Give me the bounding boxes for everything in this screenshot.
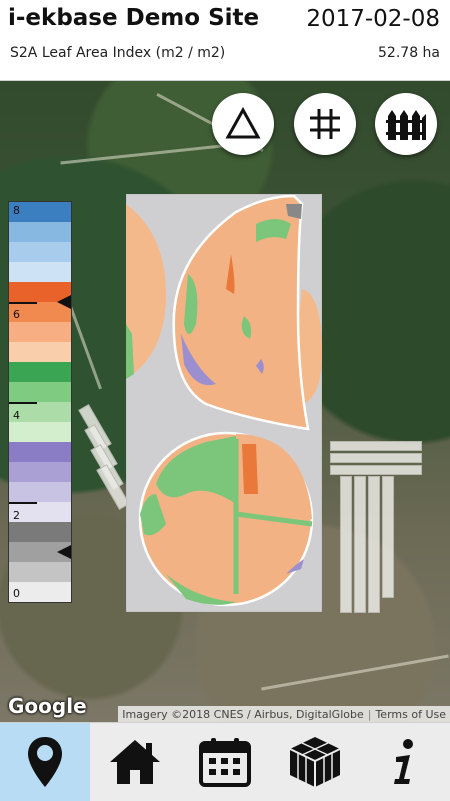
draw-polygon-button[interactable] xyxy=(212,93,274,155)
map-building xyxy=(354,476,366,613)
site-title: i-ekbase Demo Site xyxy=(8,5,260,31)
lai-overlay xyxy=(126,194,322,612)
tab-map[interactable] xyxy=(0,723,90,801)
legend-swatch xyxy=(9,522,71,542)
grid-icon xyxy=(310,109,340,139)
legend-label-2: 2 xyxy=(13,509,20,522)
legend-label-6: 6 xyxy=(13,308,20,321)
box-icon xyxy=(289,737,341,787)
legend-tick xyxy=(9,302,37,304)
layer-name: S2A Leaf Area Index (m2 / m2) xyxy=(10,45,226,61)
legend-swatch xyxy=(9,242,71,262)
fence-icon xyxy=(386,110,426,140)
legend-label-4: 4 xyxy=(13,409,20,422)
legend-swatch xyxy=(9,562,71,582)
legend-tick xyxy=(9,402,37,404)
map-pin-icon xyxy=(28,737,62,787)
map-attribution: Imagery ©2018 CNES / Airbus, DigitalGlob… xyxy=(118,706,450,722)
imagery-credit: Imagery ©2018 CNES / Airbus, DigitalGlob… xyxy=(122,707,364,721)
legend-swatch xyxy=(9,362,71,382)
legend-label-8: 8 xyxy=(13,204,20,217)
legend-swatch xyxy=(9,422,71,442)
attribution-separator: | xyxy=(367,707,372,721)
legend-swatch xyxy=(9,462,71,482)
legend-marker-lower xyxy=(57,545,71,559)
map-road xyxy=(261,654,449,691)
bottom-tab-bar xyxy=(0,722,450,801)
map-building xyxy=(340,476,352,613)
terms-link[interactable]: Terms of Use xyxy=(375,708,446,721)
home-icon xyxy=(110,740,160,784)
map-building xyxy=(330,465,422,475)
map-building xyxy=(382,476,394,598)
map-building xyxy=(368,476,380,613)
legend-swatch xyxy=(9,442,71,462)
legend-label-0: 0 xyxy=(13,587,20,600)
legend-swatch xyxy=(9,222,71,242)
tab-calendar[interactable] xyxy=(180,723,270,801)
legend-marker-upper xyxy=(57,295,71,309)
tab-info[interactable] xyxy=(360,723,450,801)
legend-swatch xyxy=(9,342,71,362)
map-building xyxy=(330,453,422,463)
tab-home[interactable] xyxy=(90,723,180,801)
lai-legend: 8 6 4 2 0 xyxy=(8,201,72,603)
tab-box[interactable] xyxy=(270,723,360,801)
google-logo: Google xyxy=(8,694,87,718)
info-icon xyxy=(394,739,413,784)
grid-button[interactable] xyxy=(294,93,356,155)
fence-button[interactable] xyxy=(375,93,437,155)
map-building xyxy=(330,441,422,451)
area-label: 52.78 ha xyxy=(378,45,440,61)
legend-swatch xyxy=(9,382,71,402)
legend-swatch xyxy=(9,482,71,502)
legend-tick xyxy=(9,502,37,504)
calendar-icon xyxy=(199,738,251,787)
legend-swatch xyxy=(9,322,71,342)
satellite-map[interactable]: 8 6 4 2 0 Google Imagery ©2018 CNES / Ai… xyxy=(0,81,450,722)
legend-swatch xyxy=(9,262,71,282)
date-label[interactable]: 2017-02-08 xyxy=(306,6,440,32)
header-bar: i-ekbase Demo Site 2017-02-08 S2A Leaf A… xyxy=(0,0,450,81)
triangle-icon xyxy=(225,106,261,139)
